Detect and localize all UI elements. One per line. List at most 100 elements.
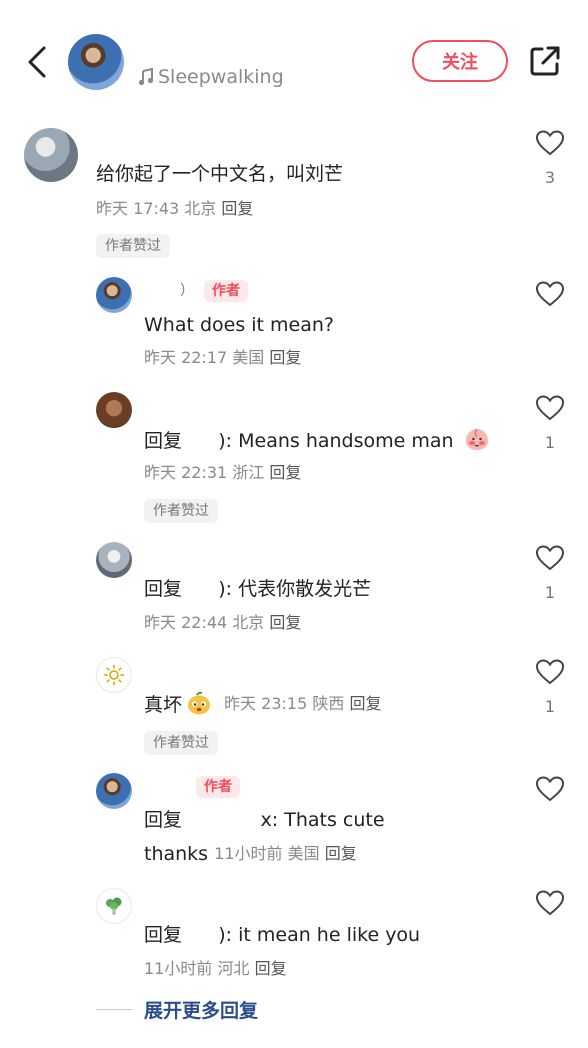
avatar[interactable] bbox=[24, 128, 78, 182]
blushing-peach-emoji bbox=[465, 428, 488, 450]
chevron-left-icon bbox=[28, 46, 46, 78]
reply-button[interactable]: 回复 bbox=[269, 613, 301, 632]
reply-time: 昨天 22:17 bbox=[144, 348, 228, 367]
heart-icon[interactable] bbox=[536, 659, 564, 685]
reply-text: 回复 x: Thats cute bbox=[144, 807, 385, 833]
reply-time: 昨天 23:15 bbox=[224, 694, 308, 713]
reply-prefix: 回复 bbox=[144, 430, 183, 452]
follow-button[interactable]: 关注 bbox=[412, 40, 508, 82]
redacted-name bbox=[182, 578, 218, 600]
reply-time: 11小时前 bbox=[144, 959, 213, 978]
like-column bbox=[530, 776, 570, 802]
reply-location: 浙江 bbox=[232, 463, 265, 482]
reply-name-line: 作者 bbox=[196, 776, 240, 798]
reply-button[interactable]: 回复 bbox=[269, 463, 301, 482]
like-column bbox=[530, 890, 570, 916]
reply-meta: 昨天 22:44 北京 回复 bbox=[144, 612, 301, 634]
reply-button[interactable]: 回复 bbox=[221, 199, 253, 218]
back-button[interactable] bbox=[20, 40, 54, 84]
reply-button[interactable]: 回复 bbox=[269, 348, 301, 367]
share-button[interactable] bbox=[526, 42, 564, 80]
redacted-name bbox=[182, 430, 218, 452]
reply-name-line: ） 作者 bbox=[180, 280, 248, 302]
author-tag: 作者 bbox=[204, 280, 248, 302]
reply-prefix: 回复 bbox=[144, 578, 183, 600]
author-liked-badge: 作者赞过 bbox=[96, 234, 170, 258]
music-info[interactable]: Sleepwalking bbox=[138, 66, 284, 88]
comment-time: 昨天 17:43 bbox=[96, 199, 180, 218]
reply-location: 陕西 bbox=[312, 694, 345, 713]
comment-text: 给你起了一个中文名，叫刘芒 bbox=[96, 163, 344, 185]
reply-button[interactable]: 回复 bbox=[325, 844, 357, 863]
heart-icon[interactable] bbox=[536, 890, 564, 916]
avatar[interactable] bbox=[96, 773, 132, 809]
like-column: 1 bbox=[530, 659, 570, 716]
reply-time: 昨天 22:31 bbox=[144, 463, 228, 482]
reply-location: 北京 bbox=[232, 613, 265, 632]
expand-divider bbox=[96, 1009, 132, 1010]
heart-icon[interactable] bbox=[536, 545, 564, 571]
heart-icon[interactable] bbox=[536, 776, 564, 802]
reply-meta: 昨天 23:15 陕西 回复 bbox=[224, 694, 381, 713]
author-liked-badge: 作者赞过 bbox=[144, 731, 218, 755]
like-column: 3 bbox=[530, 130, 570, 187]
reply-text: 回复 ): Means handsome man bbox=[144, 426, 490, 454]
avatar[interactable] bbox=[96, 888, 132, 924]
author-liked-badge: 作者赞过 bbox=[144, 499, 218, 523]
reply-content: x: Thats cute bbox=[260, 809, 385, 831]
heart-icon[interactable] bbox=[536, 130, 564, 156]
avatar[interactable] bbox=[96, 277, 132, 313]
reply-time: 昨天 22:44 bbox=[144, 613, 228, 632]
reply-button[interactable]: 回复 bbox=[349, 694, 381, 713]
reply-location: 河北 bbox=[217, 959, 250, 978]
expand-more-label: 展开更多回复 bbox=[144, 1000, 259, 1022]
reply-meta: 11小时前 美国 回复 bbox=[214, 844, 357, 863]
like-count: 1 bbox=[544, 697, 556, 716]
like-column: 1 bbox=[530, 545, 570, 602]
reply-meta: 11小时前 河北 回复 bbox=[144, 958, 287, 980]
music-note-icon bbox=[138, 68, 154, 86]
avatar[interactable] bbox=[96, 392, 132, 428]
broccoli-icon bbox=[106, 897, 122, 915]
reply-username[interactable]: ） bbox=[180, 281, 194, 301]
like-count: 1 bbox=[544, 583, 556, 602]
expand-more-replies[interactable]: 展开更多回复 bbox=[96, 996, 258, 1023]
like-column: 1 bbox=[530, 395, 570, 452]
heart-icon[interactable] bbox=[536, 281, 564, 307]
reply-text-line2: thanks 11小时前 美国 回复 bbox=[144, 841, 357, 867]
comment-meta: 昨天 17:43 北京 回复 bbox=[96, 198, 253, 220]
avatar[interactable] bbox=[96, 657, 132, 693]
sun-icon bbox=[103, 664, 125, 686]
redacted-name bbox=[182, 809, 261, 831]
share-external-icon bbox=[530, 46, 560, 76]
comment-location: 北京 bbox=[184, 199, 217, 218]
header-avatar[interactable] bbox=[68, 34, 124, 90]
avatar[interactable] bbox=[96, 542, 132, 578]
reply-text: 真坏 昨天 23:15 陕西 回复 bbox=[144, 690, 381, 718]
reply-location: 美国 bbox=[287, 844, 320, 863]
reply-meta: 昨天 22:17 美国 回复 bbox=[144, 347, 301, 369]
reply-prefix: 回复 bbox=[144, 809, 183, 831]
like-count: 3 bbox=[544, 168, 556, 187]
reply-content: ): Means handsome man bbox=[218, 430, 454, 452]
reply-button[interactable]: 回复 bbox=[255, 959, 287, 978]
reply-prefix: 回复 bbox=[144, 924, 183, 946]
music-title: Sleepwalking bbox=[158, 66, 284, 88]
author-tag: 作者 bbox=[196, 776, 240, 798]
mango-face-emoji bbox=[188, 691, 211, 715]
like-column bbox=[530, 281, 570, 307]
reply-time: 11小时前 bbox=[214, 844, 283, 863]
header: Sleepwalking 关注 bbox=[0, 0, 588, 120]
reply-text: 回复 ): 代表你散发光芒 bbox=[144, 576, 371, 602]
reply-meta: 昨天 22:31 浙江 回复 bbox=[144, 462, 301, 484]
reply-location: 美国 bbox=[232, 348, 265, 367]
like-count: 1 bbox=[544, 433, 556, 452]
reply-content: thanks bbox=[144, 843, 209, 865]
reply-text: 回复 ): it mean he like you bbox=[144, 922, 420, 948]
reply-text: What does it mean? bbox=[144, 314, 335, 336]
heart-icon[interactable] bbox=[536, 395, 564, 421]
reply-content: 真坏 bbox=[144, 694, 183, 716]
redacted-name bbox=[182, 924, 218, 946]
reply-content: ): it mean he like you bbox=[218, 924, 421, 946]
comment-thread-page: Sleepwalking 关注 给你起了一个中文名，叫刘芒 昨天 17:43 北… bbox=[0, 0, 588, 1048]
